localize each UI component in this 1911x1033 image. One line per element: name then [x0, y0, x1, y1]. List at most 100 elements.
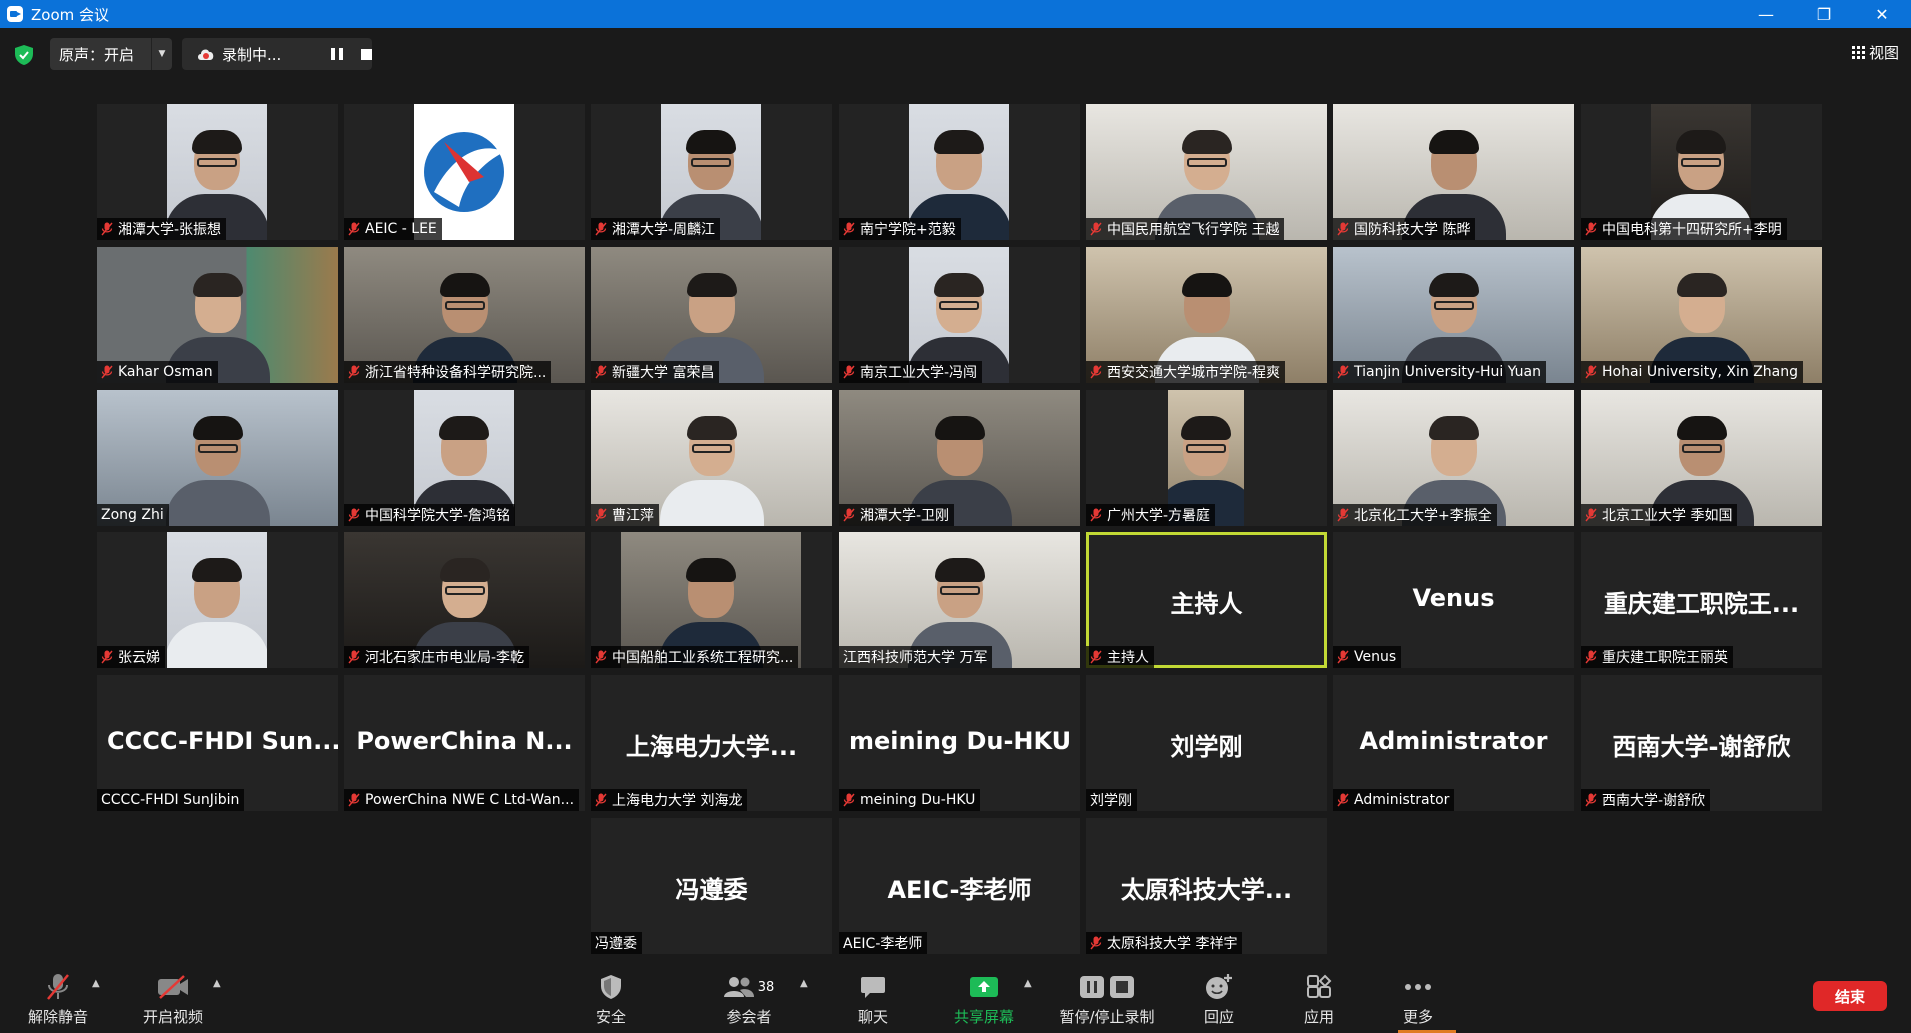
end-meeting-button[interactable]: 结束 — [1813, 981, 1887, 1011]
participant-display-name: 刘学刚 — [1170, 733, 1243, 761]
reactions-button[interactable]: 回应 — [1203, 956, 1235, 1033]
participant-tile[interactable]: Tianjin University-Hui Yuan — [1333, 247, 1574, 383]
apps-label: 应用 — [1303, 1008, 1334, 1026]
participant-display-name: meining Du-HKU — [849, 727, 1072, 755]
mic-muted-icon — [47, 974, 69, 1000]
close-button[interactable]: ✕ — [1853, 0, 1911, 28]
pause-recording-button[interactable] — [331, 48, 343, 60]
participant-tile[interactable]: 湘潭大学-张振想 — [97, 104, 338, 240]
participant-name-label: 浙江省特种设备科学研究院... — [344, 361, 552, 383]
stop-recording-button[interactable] — [361, 48, 372, 60]
participant-name-label: 刘学刚 — [1086, 789, 1137, 811]
restore-button[interactable]: ❐ — [1795, 0, 1853, 28]
participant-name-text: 国防科技大学 陈晔 — [1354, 222, 1471, 238]
gallery-view: 湘潭大学-张振想 AEIC - LEE 湘潭大学-周麟江 南宁学院+范毅 中国民用航空飞… — [97, 104, 1825, 956]
participant-name-label: 广州大学-方暑庭 — [1086, 504, 1216, 526]
participant-tile[interactable]: 刘学刚 刘学刚 — [1086, 675, 1327, 811]
participant-name-text: 湘潭大学-张振想 — [118, 222, 222, 238]
participant-tile[interactable]: 西安交通大学城市学院-程爽 — [1086, 247, 1327, 383]
participant-tile[interactable]: 中国船舶工业系统工程研究... — [591, 532, 832, 668]
participant-tile[interactable]: 太原科技大学... 太原科技大学 李祥宇 — [1086, 818, 1327, 954]
apps-button[interactable]: 应用 — [1303, 956, 1335, 1033]
mic-muted-icon — [595, 508, 607, 522]
participant-tile[interactable]: 中国科学院大学-詹鸿铭 — [344, 390, 585, 526]
participant-name-label: 主持人 — [1086, 646, 1154, 668]
participants-options-caret[interactable]: ▲ — [800, 978, 808, 989]
participant-tile[interactable]: AEIC - LEE — [344, 104, 585, 240]
participant-name-label: 张云娣 — [97, 646, 165, 668]
participant-name-label: 湘潭大学-张振想 — [97, 218, 227, 240]
participant-tile[interactable]: 江西科技师范大学 万军 — [839, 532, 1080, 668]
more-button[interactable]: 更多 — [1402, 956, 1434, 1033]
mic-muted-icon — [595, 222, 607, 236]
unmute-label: 解除静音 — [27, 1008, 88, 1026]
audio-options-caret[interactable]: ▲ — [92, 978, 100, 989]
participants-button[interactable]: 38 参会者 — [716, 956, 782, 1033]
unmute-button[interactable]: 解除静音 — [22, 956, 94, 1033]
participant-display-name: AEIC-李老师 — [887, 876, 1032, 904]
participant-tile[interactable]: 南京工业大学-冯闯 — [839, 247, 1080, 383]
reaction-smiley-icon — [1206, 974, 1232, 999]
participant-tile[interactable]: Hohai University, Xin Zhang — [1581, 247, 1822, 383]
view-label: 视图 — [1868, 44, 1899, 62]
participant-tile[interactable]: Venus Venus — [1333, 532, 1574, 668]
mic-muted-icon — [1337, 650, 1349, 664]
mic-muted-icon — [843, 793, 855, 807]
participant-tile[interactable]: 广州大学-方暑庭 — [1086, 390, 1327, 526]
participant-tile[interactable]: 上海电力大学... 上海电力大学 刘海龙 — [591, 675, 832, 811]
participant-name-label: 太原科技大学 李祥宇 — [1086, 932, 1243, 954]
participant-name-text: PowerChina NWE C Ltd-Wan... — [365, 792, 575, 808]
participant-tile[interactable]: meining Du-HKU meining Du-HKU — [839, 675, 1080, 811]
mic-muted-icon — [1337, 365, 1349, 379]
participant-name-text: 主持人 — [1107, 650, 1149, 666]
participant-tile[interactable]: 南宁学院+范毅 — [839, 104, 1080, 240]
pause-stop-recording-button[interactable]: 暂停/停止录制 — [1055, 956, 1159, 1033]
participant-tile[interactable]: 国防科技大学 陈晔 — [1333, 104, 1574, 240]
participant-display-name: 西南大学-谢舒欣 — [1612, 733, 1791, 761]
participant-name-text: 西南大学-谢舒欣 — [1602, 793, 1706, 809]
chevron-down-icon[interactable]: ▼ — [151, 38, 172, 70]
participant-name-label: 中国电科第十四研究所+李明 — [1581, 218, 1787, 240]
view-button[interactable]: 视图 — [1851, 42, 1899, 63]
share-screen-button[interactable]: 共享屏幕 — [951, 956, 1017, 1033]
participant-tile[interactable]: Kahar Osman — [97, 247, 338, 383]
chat-button[interactable]: 聊天 — [857, 956, 889, 1033]
original-sound-toggle[interactable]: 原声：开启 ▼ — [50, 38, 172, 70]
participant-tile[interactable]: 新疆大学 富荣昌 — [591, 247, 832, 383]
participant-tile[interactable]: 张云娣 — [97, 532, 338, 668]
participant-name-text: Zong Zhi — [101, 507, 164, 523]
participant-tile[interactable]: 曹江萍 — [591, 390, 832, 526]
participant-tile[interactable]: 中国民用航空飞行学院 王越 — [1086, 104, 1327, 240]
cloud-recording-icon — [198, 49, 214, 60]
participant-tile[interactable]: 西南大学-谢舒欣 西南大学-谢舒欣 — [1581, 675, 1822, 811]
participant-name-label: 新疆大学 富荣昌 — [591, 361, 720, 383]
participant-silhouette — [167, 548, 267, 668]
mic-muted-icon — [1337, 508, 1349, 522]
participant-name-label: Kahar Osman — [97, 361, 218, 383]
participant-tile[interactable]: 重庆建工职院王... 重庆建工职院王丽英 — [1581, 532, 1822, 668]
participant-tile[interactable]: 河北石家庄市电业局-李乾 — [344, 532, 585, 668]
participant-tile[interactable]: Zong Zhi — [97, 390, 338, 526]
participant-tile[interactable]: 湘潭大学-周麟江 — [591, 104, 832, 240]
video-options-caret[interactable]: ▲ — [213, 978, 221, 989]
participant-tile[interactable]: CCCC-FHDI Sun... CCCC-FHDI SunJibin — [97, 675, 338, 811]
security-button[interactable]: 安全 — [592, 956, 630, 1033]
participant-tile[interactable]: AEIC-李老师 AEIC-李老师 — [839, 818, 1080, 954]
participant-name-text: Hohai University, Xin Zhang — [1602, 364, 1799, 380]
mic-muted-icon — [1090, 222, 1102, 236]
participant-tile[interactable]: 湘潭大学-卫刚 — [839, 390, 1080, 526]
participant-tile[interactable]: PowerChina N... PowerChina NWE C Ltd-Wan.… — [344, 675, 585, 811]
participant-tile[interactable]: 北京化工大学+李振全 — [1333, 390, 1574, 526]
participant-tile[interactable]: 冯遵委 冯遵委 — [591, 818, 832, 954]
participant-name-label: 湘潭大学-周麟江 — [591, 218, 721, 240]
share-options-caret[interactable]: ▲ — [1024, 978, 1032, 989]
participant-tile[interactable]: 浙江省特种设备科学研究院... — [344, 247, 585, 383]
participant-tile[interactable]: 主持人 主持人 — [1086, 532, 1327, 668]
participant-tile[interactable]: 北京工业大学 季如国 — [1581, 390, 1822, 526]
start-video-button[interactable]: 开启视频 — [137, 956, 209, 1033]
encryption-shield-icon[interactable] — [15, 45, 33, 65]
participant-tile[interactable]: 中国电科第十四研究所+李明 — [1581, 104, 1822, 240]
participant-name-label: AEIC-李老师 — [839, 932, 928, 954]
participant-tile[interactable]: Administrator Administrator — [1333, 675, 1574, 811]
minimize-button[interactable]: — — [1737, 0, 1795, 28]
